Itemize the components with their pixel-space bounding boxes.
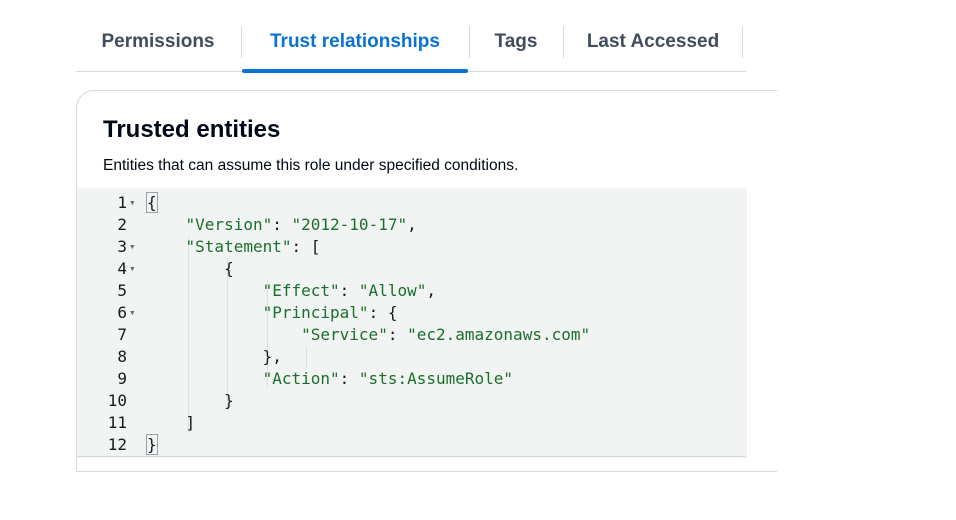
- tab-divider: [742, 26, 743, 58]
- tab-label: Tags: [494, 31, 538, 52]
- json-string: "Effect": [262, 281, 340, 300]
- line-number: 11: [107, 413, 127, 432]
- code-token: },: [262, 347, 282, 366]
- tab-label: Trust relationships: [270, 31, 440, 52]
- line-number: 3: [117, 237, 127, 256]
- code-text: ]: [147, 412, 196, 434]
- line-number: 7: [117, 325, 127, 344]
- code-text: "Principal": {: [147, 302, 398, 324]
- panel-description: Entities that can assume this role under…: [103, 157, 519, 174]
- code-token: }: [224, 391, 234, 410]
- json-string: "sts:AssumeRole": [358, 369, 514, 388]
- json-string: "ec2.amazonaws.com": [407, 325, 591, 344]
- panel-title: Trusted entities: [103, 116, 281, 143]
- line-number: 5: [117, 281, 127, 300]
- code-token: ,: [426, 281, 436, 300]
- fold-arrow-icon[interactable]: ▾: [129, 258, 136, 280]
- code-token: }: [146, 434, 158, 455]
- code-text: {: [146, 192, 158, 214]
- code-token: :: [339, 281, 359, 300]
- panel-bottom-border: [76, 456, 746, 457]
- code-text: "Effect": "Allow",: [147, 280, 436, 302]
- json-string: "Principal": [262, 303, 369, 322]
- fold-arrow-icon[interactable]: ▾: [129, 302, 136, 324]
- code-token: {: [146, 192, 158, 213]
- tab-trust-relationships[interactable]: Trust relationships: [242, 14, 468, 73]
- json-string: "Allow": [358, 281, 427, 300]
- fold-arrow-icon[interactable]: ▾: [129, 192, 136, 214]
- tab-label: Last Accessed: [586, 31, 720, 52]
- line-number: 8: [117, 347, 127, 366]
- line-number: 6: [117, 303, 127, 322]
- tab-tags[interactable]: Tags: [470, 14, 562, 70]
- line-number: 10: [107, 391, 127, 410]
- indent-guide: [306, 346, 307, 368]
- code-text: "Statement": [: [147, 236, 321, 258]
- json-string: "Service": [301, 325, 388, 344]
- code-text: "Service": "ec2.amazonaws.com": [147, 324, 590, 346]
- line-number: 4: [117, 259, 127, 278]
- tab-last-accessed[interactable]: Last Accessed: [564, 14, 742, 70]
- code-token: :: [387, 325, 408, 344]
- json-string: "Statement": [185, 237, 292, 256]
- tab-bar: Permissions Trust relationships Tags Las…: [76, 14, 746, 73]
- json-string: "Action": [262, 369, 340, 388]
- code-text: "Action": "sts:AssumeRole": [147, 368, 513, 390]
- code-text: }: [147, 390, 234, 412]
- fold-arrow-icon[interactable]: ▾: [129, 236, 136, 258]
- code-text: }: [146, 434, 158, 456]
- code-text: "Version": "2012-10-17",: [147, 214, 417, 236]
- trusted-entities-panel: Trusted entities Entities that can assum…: [76, 90, 777, 472]
- code-token: {: [224, 259, 234, 278]
- code-token: :: [272, 215, 292, 234]
- code-token: :: [339, 369, 359, 388]
- line-number: 12: [107, 435, 127, 454]
- code-token: ,: [407, 215, 417, 234]
- code-token: : {: [368, 303, 398, 322]
- code-token: : [: [291, 237, 321, 256]
- line-number: 9: [117, 369, 127, 388]
- tab-label: Permissions: [101, 31, 215, 52]
- active-tab-indicator: [242, 69, 468, 73]
- trust-policy-code-editor[interactable]: 1 ▾{2 "Version": "2012-10-17", 3 ▾ "Stateme…: [77, 188, 747, 458]
- code-text: },: [147, 346, 282, 368]
- code-token: ]: [185, 413, 196, 432]
- json-string: "Version": [185, 215, 273, 234]
- tab-permissions[interactable]: Permissions: [76, 14, 240, 70]
- line-number: 1: [117, 193, 127, 212]
- line-number: 2: [117, 215, 127, 234]
- json-string: "2012-10-17": [291, 215, 408, 234]
- code-text: {: [147, 258, 234, 280]
